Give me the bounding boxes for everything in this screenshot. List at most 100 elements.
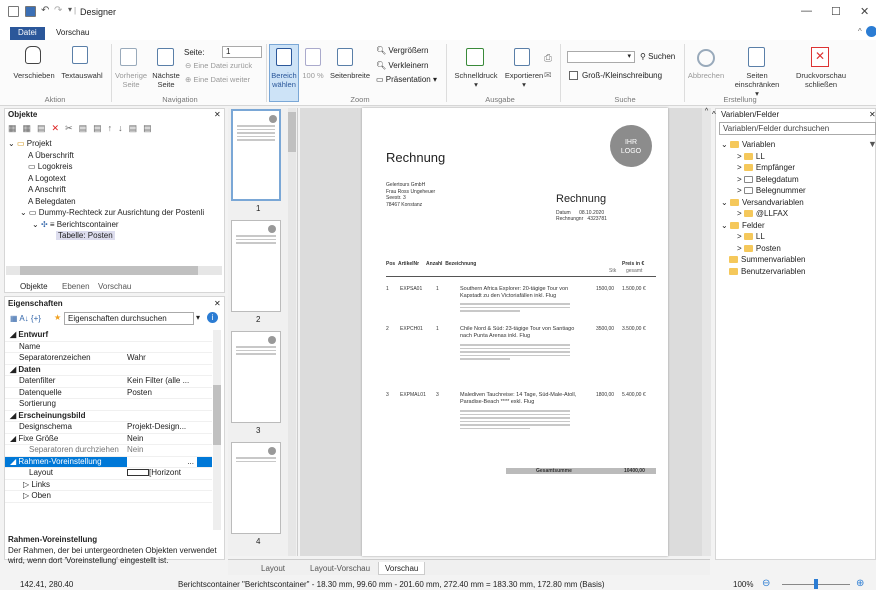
prop-row-separatoren-durchziehen[interactable]: Separatoren durchziehen Nein bbox=[5, 445, 212, 457]
var-item-variablen[interactable]: ⌄ Variablen bbox=[721, 139, 871, 151]
var-item-felder-ll[interactable]: > LL bbox=[721, 231, 871, 243]
tab-layout[interactable]: Layout bbox=[255, 562, 291, 575]
abbrechen-button[interactable]: Abbrechen bbox=[686, 71, 726, 80]
tree-item-tabelle-posten[interactable]: Tabelle: Posten bbox=[8, 230, 222, 242]
undo-icon[interactable]: ↶ bbox=[41, 5, 49, 16]
zoom-slider-thumb[interactable] bbox=[814, 579, 818, 589]
thumbnail-page-1[interactable] bbox=[231, 109, 281, 201]
tree-item-ueberschrift[interactable]: A Überschrift bbox=[8, 150, 222, 162]
objekte-hscrollbar[interactable] bbox=[6, 266, 222, 275]
variablen-search-input[interactable]: Variablen/Felder durchsuchen bbox=[719, 122, 876, 135]
var-item-versandvariablen[interactable]: ⌄ Versandvariablen bbox=[721, 197, 871, 209]
vergroessern-button[interactable]: 🔍︎ Vergrößern bbox=[376, 46, 428, 55]
prop-row-daten[interactable]: ◢ Daten bbox=[5, 365, 212, 376]
minimize-button[interactable]: — bbox=[801, 5, 812, 17]
objekte-toolbar[interactable]: ▦▦▤✕✂▤▤↑↓▤▤ bbox=[8, 123, 158, 134]
var-item-felder[interactable]: ⌄ Felder bbox=[721, 220, 871, 232]
var-item-empfaenger[interactable]: > Empfänger bbox=[721, 162, 871, 174]
eine-datei-zurueck-button[interactable]: ⊖ Eine Datei zurück bbox=[185, 61, 252, 70]
thumbnail-page-2[interactable] bbox=[231, 220, 281, 312]
tree-item-berichtscontainer[interactable]: ⌄ ✣ ≡ Berichtscontainer bbox=[8, 219, 222, 231]
praesentation-button[interactable]: ▭ Präsentation ▾ bbox=[376, 75, 437, 84]
var-item-ll[interactable]: > LL bbox=[721, 151, 871, 163]
close-window-button[interactable]: ✕ bbox=[860, 5, 869, 18]
variablen-close-icon[interactable]: ✕ bbox=[869, 110, 876, 119]
thumbnail-scrollbar[interactable] bbox=[288, 108, 296, 556]
tab-vorschau-bottom[interactable]: Vorschau bbox=[378, 562, 426, 575]
group-ausgabe: Ausgabe bbox=[485, 95, 515, 104]
thumbnail-page-3[interactable] bbox=[231, 331, 281, 423]
save-icon[interactable] bbox=[25, 6, 36, 17]
objekte-close-icon[interactable]: ✕ bbox=[214, 110, 221, 119]
mail-icon[interactable]: ✉ bbox=[544, 70, 552, 81]
prop-row-name[interactable]: Name bbox=[5, 342, 212, 353]
textauswahl-button[interactable]: Textauswahl bbox=[58, 71, 106, 80]
verschieben-button[interactable]: Verschieben bbox=[6, 71, 62, 80]
gross-klein-checkbox[interactable] bbox=[569, 71, 578, 80]
info-icon[interactable]: i bbox=[207, 312, 218, 323]
var-item-llfax[interactable]: > @LLFAX bbox=[721, 208, 871, 220]
prop-row-erscheinungsbild[interactable]: ◢ Erscheinungsbild bbox=[5, 411, 212, 422]
search-dropdown-icon[interactable]: ▾ bbox=[196, 313, 200, 322]
tree-item-anschrift[interactable]: A Anschrift bbox=[8, 184, 222, 196]
prop-row-datenquelle[interactable]: Datenquelle Posten bbox=[5, 388, 212, 399]
var-item-belegdatum[interactable]: > Belegdatum bbox=[721, 174, 871, 186]
prop-row-fixe-groesse[interactable]: ◢ Fixe Größe Nein bbox=[5, 434, 212, 445]
zoom-in-button[interactable]: ⊕ bbox=[856, 578, 864, 589]
maximize-button[interactable]: ☐ bbox=[831, 5, 841, 18]
tab-vorschau[interactable]: Vorschau bbox=[48, 27, 97, 40]
eigenschaften-close-icon[interactable]: ✕ bbox=[214, 299, 221, 308]
exportieren-button[interactable]: Exportieren ▾ bbox=[500, 71, 548, 89]
tab-ebenen[interactable]: Ebenen bbox=[62, 282, 90, 291]
variablen-collapse-icon[interactable]: ^ bbox=[712, 110, 716, 119]
seitenbreite-button[interactable]: Seitenbreite bbox=[326, 71, 374, 80]
printer-icon[interactable]: ⎙ bbox=[544, 53, 552, 64]
group-aktion: Aktion bbox=[44, 95, 66, 104]
tree-item-projekt[interactable]: ⌄ ▭ Projekt bbox=[8, 138, 222, 150]
eigenschaften-scrollbar[interactable] bbox=[213, 330, 221, 530]
naechste-seite-button[interactable]: Nächste Seite bbox=[150, 71, 182, 89]
var-item-benutzervariablen[interactable]: Benutzervariablen bbox=[721, 266, 871, 278]
seite-input[interactable]: 1 bbox=[222, 46, 262, 58]
zoom-out-button[interactable]: ⊖ bbox=[762, 578, 770, 589]
var-item-posten[interactable]: > Posten bbox=[721, 243, 871, 255]
seiten-einschraenken-button[interactable]: Seiten einschränken ▾ bbox=[732, 71, 782, 98]
prop-row-oben[interactable]: ▷ Oben bbox=[5, 491, 212, 503]
help-icon[interactable] bbox=[866, 26, 876, 37]
preview-scrollbar[interactable]: ^ bbox=[702, 108, 711, 556]
tab-layout-vorschau[interactable]: Layout-Vorschau bbox=[304, 562, 376, 575]
suchen-button[interactable]: ⚲ Suchen bbox=[640, 52, 675, 61]
eigenschaften-search-input[interactable]: Eigenschaften durchsuchen bbox=[64, 312, 194, 325]
prop-row-rahmen-voreinstellung[interactable]: ◢ Rahmen-Voreinstellung... bbox=[5, 456, 212, 468]
prop-row-links[interactable]: ▷ Links bbox=[5, 480, 212, 491]
tab-objekte[interactable]: Objekte bbox=[20, 282, 48, 291]
var-item-belegnummer[interactable]: > Belegnummer bbox=[721, 185, 871, 197]
favorite-icon[interactable]: ★ bbox=[54, 313, 61, 322]
verkleinern-button[interactable]: 🔍︎ Verkleinern bbox=[376, 61, 428, 70]
tab-vorschau-panel[interactable]: Vorschau bbox=[98, 282, 131, 291]
delete-icon[interactable]: ✕ bbox=[52, 123, 66, 133]
search-combo[interactable]: ▾ bbox=[567, 51, 635, 63]
tab-datei[interactable]: Datei bbox=[10, 27, 45, 40]
prop-row-sortierung[interactable]: Sortierung bbox=[5, 399, 212, 411]
prop-row-datenfilter[interactable]: Datenfilter Kein Filter (alle ... bbox=[5, 376, 212, 388]
quick-access-dropdown-icon[interactable]: ▾ bbox=[68, 5, 72, 14]
vorherige-seite-button[interactable]: Vorherige Seite bbox=[113, 71, 149, 89]
prop-row-designschema[interactable]: Designschema Projekt-Design... bbox=[5, 422, 212, 434]
eine-datei-weiter-button[interactable]: ⊕ Eine Datei weiter bbox=[185, 75, 250, 84]
tree-item-logotext[interactable]: A Logotext bbox=[8, 173, 222, 185]
schnelldruck-button[interactable]: Schnelldruck ▾ bbox=[450, 71, 502, 89]
prop-row-separatorenzeichen[interactable]: Separatorenzeichen Wahr bbox=[5, 353, 212, 365]
thumbnail-page-4[interactable] bbox=[231, 442, 281, 534]
druckvorschau-schliessen-button[interactable]: Druckvorschau schließen bbox=[792, 71, 850, 89]
tree-item-belegdaten[interactable]: A Belegdaten bbox=[8, 196, 222, 208]
tree-item-logokreis[interactable]: ▭ Logokreis bbox=[8, 161, 222, 173]
prop-row-entwurf[interactable]: ◢ Entwurf bbox=[5, 330, 212, 342]
zoom-100-button[interactable]: 100 % bbox=[301, 71, 325, 80]
prop-row-layout[interactable]: Layout [Horizont bbox=[5, 468, 212, 480]
sort-icon[interactable]: ▦ A↓ {+} bbox=[10, 314, 41, 323]
tree-item-dummy-rechteck[interactable]: ⌄ ▭ Dummy-Rechteck zur Ausrichtung der P… bbox=[8, 207, 222, 219]
redo-icon[interactable]: ↷ bbox=[54, 5, 62, 16]
collapse-ribbon-icon[interactable]: ^ bbox=[858, 27, 862, 36]
var-item-summenvariablen[interactable]: Summenvariablen bbox=[721, 254, 871, 266]
